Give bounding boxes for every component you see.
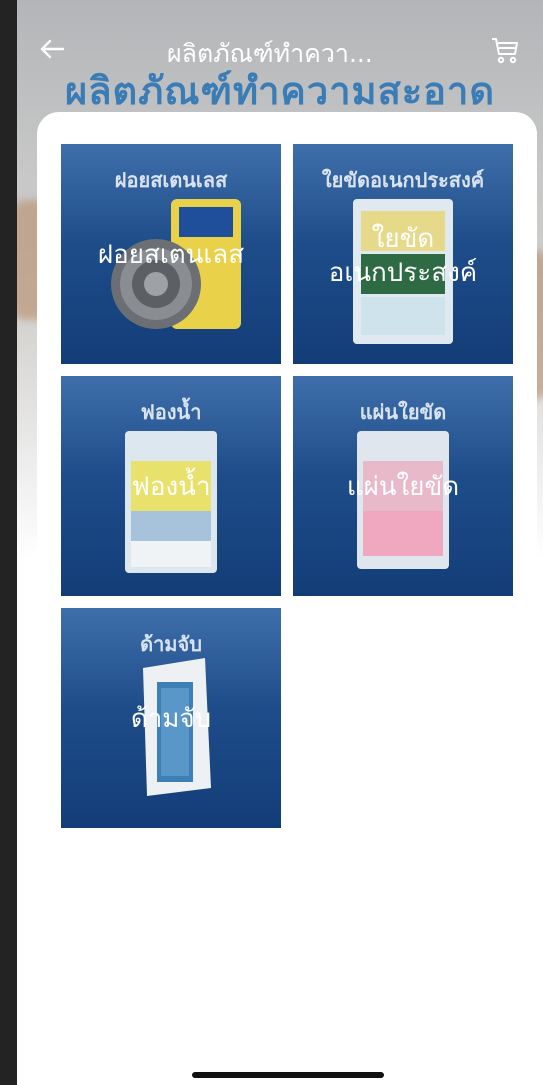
category-label: แผ่นใยขัด xyxy=(346,472,460,502)
category-label: ฝอยสเตนเลส xyxy=(97,240,245,270)
category-heading: ฟองน้ำ xyxy=(140,400,202,424)
category-label: ฟองน้ำ xyxy=(131,472,211,502)
category-heading: ใยขัดอเนกประสงค์ xyxy=(321,168,485,192)
category-heading: ด้ามจับ xyxy=(140,632,202,656)
page-title: ผลิตภัณฑ์ทำควา... xyxy=(167,39,373,68)
category-tile-sponge[interactable]: ฟองน้ำ ฟองน้ำ xyxy=(61,376,281,596)
category-label-line1: ใยขัด xyxy=(371,224,435,254)
category-tile-handle[interactable]: ด้ามจับ ด้ามจับ xyxy=(61,608,281,828)
category-heading: ฝอยสเตนเลส xyxy=(114,168,228,192)
shopping-cart-icon xyxy=(492,38,518,64)
category-tile-multipurpose-pad[interactable]: ใยขัดอเนกประสงค์ ใยขัด อเนกประสงค์ xyxy=(293,144,513,364)
category-panel: ฝอยสเตนเลส ฝอยสเตนเลส ใยขัดอเนกประสงค์ ใ… xyxy=(37,112,537,1085)
back-button[interactable] xyxy=(35,32,69,66)
arrow-left-icon xyxy=(40,39,65,59)
home-indicator xyxy=(192,1072,384,1078)
category-tile-scouring-sheet[interactable]: แผ่นใยขัด แผ่นใยขัด xyxy=(293,376,513,596)
cart-button[interactable] xyxy=(489,34,523,68)
category-label: ด้ามจับ xyxy=(130,704,212,734)
category-heading: แผ่นใยขัด xyxy=(359,400,447,424)
app-screen: ผลิตภัณฑ์ทำความสะอาด ผลิตภัณฑ์ทำควา... ฝ… xyxy=(17,0,543,1085)
top-bar: ผลิตภัณฑ์ทำควา... xyxy=(17,28,543,72)
category-tile-stainless[interactable]: ฝอยสเตนเลส ฝอยสเตนเลส xyxy=(61,144,281,364)
category-label-line2: อเนกประสงค์ xyxy=(328,258,478,288)
